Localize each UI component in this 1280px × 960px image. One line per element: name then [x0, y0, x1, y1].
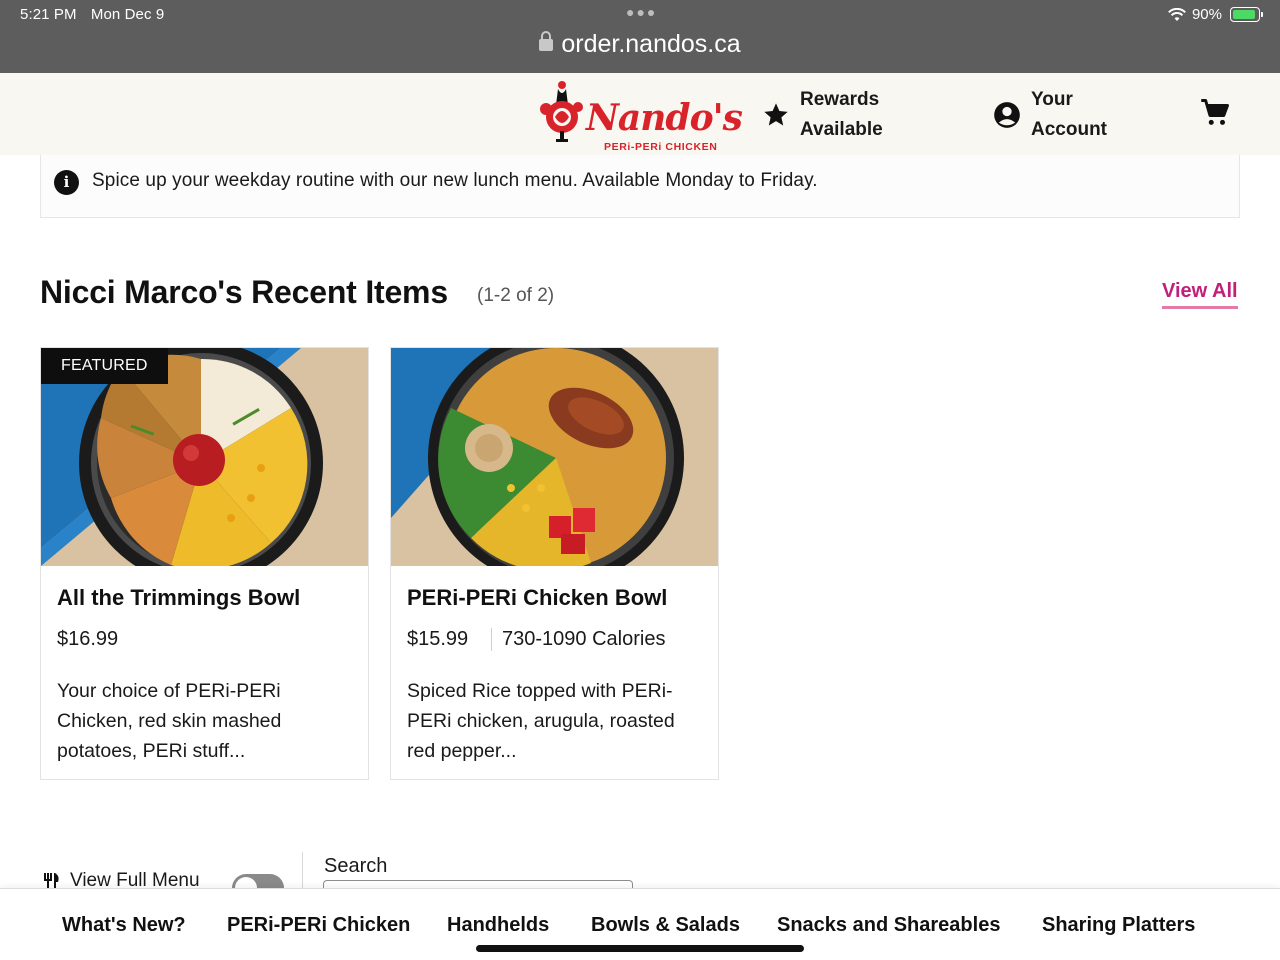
account-circle-icon — [994, 102, 1020, 128]
notice-text: Spice up your weekday routine with our n… — [92, 170, 818, 191]
account-link[interactable]: Your Account — [993, 85, 1107, 145]
logo-tagline: PERi-PERi CHICKEN — [604, 141, 718, 153]
nandos-logo[interactable]: Nando's PERi-PERi CHICKEN — [538, 77, 743, 153]
status-indicators: 90% — [1168, 6, 1263, 23]
info-icon: i — [54, 170, 79, 195]
item-calories: 730-1090 Calories — [491, 628, 665, 651]
chicken-bowl-image — [391, 348, 718, 566]
logo-wordmark: Nando's — [586, 97, 743, 139]
trimmings-bowl-image: FEATURED — [41, 348, 368, 566]
account-label: Your Account — [1031, 85, 1107, 145]
battery-percent: 90% — [1191, 6, 1222, 23]
multitask-dots-icon[interactable]: ●●● — [626, 4, 657, 20]
lunch-menu-notice: i Spice up your weekday routine with our… — [40, 155, 1240, 218]
search-label: Search — [324, 855, 388, 877]
address-url: order.nandos.ca — [561, 30, 741, 58]
rewards-link[interactable]: Rewards Available — [762, 85, 883, 145]
browser-status-bar: 5:21 PM Mon Dec 9 ●●● 90% order.nandos.c… — [0, 0, 1280, 73]
rewards-line-2: Available — [800, 119, 883, 140]
battery-icon — [1230, 7, 1263, 22]
rooster-logo-icon — [540, 81, 583, 142]
wifi-icon — [1168, 7, 1186, 21]
item-description: Spiced Rice topped with PERi-PERi chicke… — [407, 680, 675, 762]
category-nav: What's New? PERi-PERi Chicken Handhelds … — [0, 888, 1280, 960]
account-line-1: Your — [1031, 89, 1073, 110]
address-bar[interactable]: order.nandos.ca — [0, 30, 1280, 59]
item-name[interactable]: All the Trimmings Bowl — [57, 585, 300, 611]
category-peri-peri-chicken[interactable]: PERi-PERi Chicken — [227, 914, 410, 937]
lock-icon — [539, 31, 554, 51]
category-snacks-shareables[interactable]: Snacks and Shareables — [777, 914, 1000, 937]
site-header: Nando's PERi-PERi CHICKEN Rewards Availa… — [0, 73, 1280, 155]
rewards-line-1: Rewards — [800, 89, 880, 110]
featured-badge: FEATURED — [41, 348, 168, 384]
status-time: 5:21 PM — [20, 6, 77, 23]
star-icon — [764, 103, 788, 126]
category-whats-new[interactable]: What's New? — [62, 914, 186, 937]
item-price: $15.99 — [407, 628, 469, 650]
controls-divider — [302, 852, 303, 892]
view-all-link[interactable]: View All — [1162, 280, 1238, 309]
status-date: Mon Dec 9 — [90, 6, 165, 23]
category-sharing-platters[interactable]: Sharing Platters — [1042, 914, 1195, 937]
recent-items-title: Nicci Marco's Recent Items — [40, 274, 448, 310]
home-indicator[interactable] — [476, 945, 804, 952]
item-price: $16.99 — [57, 628, 119, 650]
recent-items-count: (1-2 of 2) — [477, 285, 555, 306]
cart-icon[interactable] — [1200, 98, 1230, 128]
item-name[interactable]: PERi-PERi Chicken Bowl — [407, 585, 667, 611]
status-time-date: 5:21 PM Mon Dec 9 — [20, 6, 174, 23]
recent-item-card[interactable]: PERi-PERi Chicken Bowl $15.99 730-1090 C… — [390, 347, 719, 780]
recent-item-card[interactable]: FEATURED All the Trimmings Bowl $16.99 Y… — [40, 347, 369, 780]
category-bowls-salads[interactable]: Bowls & Salads — [591, 914, 740, 937]
account-line-2: Account — [1031, 119, 1107, 140]
item-description: Your choice of PERi-PERi Chicken, red sk… — [57, 680, 282, 762]
category-handhelds[interactable]: Handhelds — [447, 914, 549, 937]
rewards-label: Rewards Available — [800, 85, 883, 145]
